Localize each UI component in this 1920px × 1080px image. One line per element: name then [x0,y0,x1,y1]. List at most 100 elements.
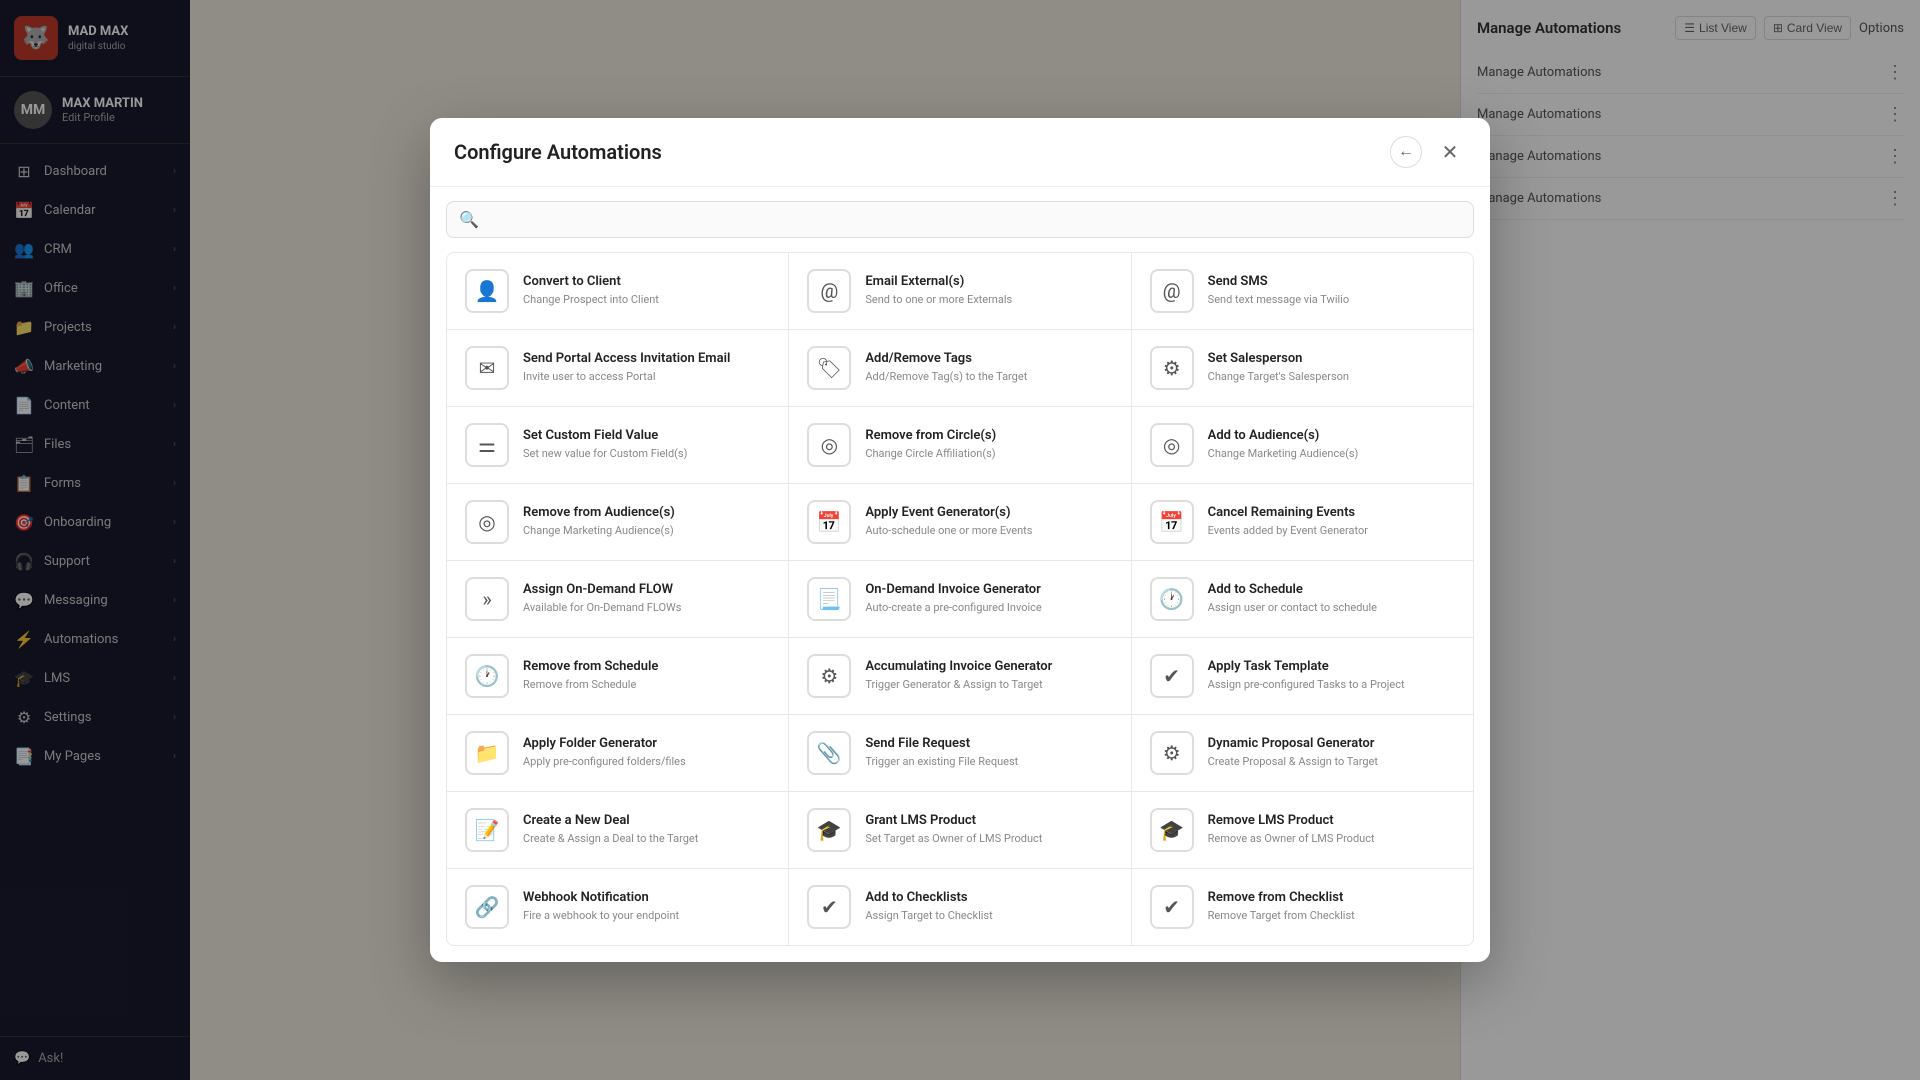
automation-card-apply-event-generator[interactable]: 📅 Apply Event Generator(s) Auto-schedule o… [789,484,1130,560]
send-portal-invite-icon: ✉ [465,346,509,390]
apply-task-template-icon: ✔ [1150,654,1194,698]
add-remove-tags-desc: Add/Remove Tag(s) to the Target [865,369,1112,384]
search-bar: 🔍 [446,201,1474,238]
automation-card-remove-lms-product[interactable]: 🎓 Remove LMS Product Remove as Owner of LM… [1132,792,1473,868]
automation-card-remove-from-schedule[interactable]: 🕐Remove from ScheduleRemove from Schedul… [447,638,788,714]
automation-card-apply-task-template[interactable]: ✔ Apply Task Template Assign pre-configure… [1132,638,1473,714]
dynamic-proposal-generator-desc: Create Proposal & Assign to Target [1208,754,1455,769]
apply-folder-generator-title: Apply Folder Generator [523,736,770,751]
automation-card-add-remove-tags[interactable]: 🏷Add/Remove TagsAdd/Remove Tag(s) to the… [789,330,1130,406]
automation-card-send-sms[interactable]: @Send SMSSend text message via Twilio [1132,253,1473,329]
set-custom-field-icon: ⚌ [465,423,509,467]
remove-from-schedule-title: Remove from Schedule [523,659,770,674]
automation-card-assign-on-demand-flow[interactable]: »Assign On-Demand FLOWAvailable for On-D… [447,561,788,637]
webhook-notification-icon: 🔗 [465,885,509,929]
back-icon: ← [1398,143,1414,161]
on-demand-invoice-generator-icon: 📃 [807,577,851,621]
on-demand-invoice-generator-desc: Auto-create a pre-configured Invoice [865,600,1112,615]
automation-card-create-new-deal[interactable]: 📝 Create a New Deal Create & Assign a Deal… [447,792,788,868]
add-to-audiences-desc: Change Marketing Audience(s) [1208,446,1455,461]
automation-card-accumulating-invoice-generator[interactable]: ⚙Accumulating Invoice GeneratorTrigger G… [789,638,1130,714]
modal-header: Configure Automations ← ✕ [430,118,1490,187]
automation-card-apply-folder-generator[interactable]: 📁 Apply Folder Generator Apply pre-configu… [447,715,788,791]
create-new-deal-desc: Create & Assign a Deal to the Target [523,831,770,846]
grant-lms-product-title: Grant LMS Product [865,813,1112,828]
automation-card-set-custom-field[interactable]: ⚌Set Custom Field ValueSet new value for… [447,407,788,483]
modal-back-button[interactable]: ← [1390,136,1422,168]
remove-from-circle-icon: ◎ [807,423,851,467]
remove-from-audiences-desc: Change Marketing Audience(s) [523,523,770,538]
automation-card-add-to-audiences[interactable]: ◎Add to Audience(s)Change Marketing Audi… [1132,407,1473,483]
cancel-remaining-events-desc: Events added by Event Generator [1208,523,1455,538]
automation-card-remove-from-audiences[interactable]: ◎ Remove from Audience(s) Change Marketing… [447,484,788,560]
search-icon: 🔍 [459,210,479,229]
apply-event-generator-icon: 📅 [807,500,851,544]
add-to-schedule-title: Add to Schedule [1208,582,1455,597]
send-portal-invite-desc: Invite user to access Portal [523,369,770,384]
dynamic-proposal-generator-icon: ⚙ [1150,731,1194,775]
apply-event-generator-title: Apply Event Generator(s) [865,505,1112,520]
automation-card-add-to-checklists[interactable]: ✔Add to ChecklistsAssign Target to Check… [789,869,1130,945]
webhook-notification-title: Webhook Notification [523,890,770,905]
configure-automations-modal: Configure Automations ← ✕ 🔍 👤 Convert to … [430,118,1490,962]
automation-card-on-demand-invoice-generator[interactable]: 📃On-Demand Invoice GeneratorAuto-create … [789,561,1130,637]
automation-card-send-file-request[interactable]: 📎Send File RequestTrigger an existing Fi… [789,715,1130,791]
send-sms-icon: @ [1150,269,1194,313]
accumulating-invoice-generator-title: Accumulating Invoice Generator [865,659,1112,674]
automation-card-send-portal-invite[interactable]: ✉ Send Portal Access Invitation Email Invi… [447,330,788,406]
modal-header-right: ← ✕ [1390,136,1466,168]
send-portal-invite-title: Send Portal Access Invitation Email [523,351,770,366]
grant-lms-product-icon: 🎓 [807,808,851,852]
assign-on-demand-flow-icon: » [465,577,509,621]
accumulating-invoice-generator-desc: Trigger Generator & Assign to Target [865,677,1112,692]
cancel-remaining-events-icon: 📅 [1150,500,1194,544]
modal-title: Configure Automations [454,140,662,164]
add-to-audiences-icon: ◎ [1150,423,1194,467]
automation-card-set-salesperson[interactable]: ⚙ Set Salesperson Change Target's Salesper… [1132,330,1473,406]
automation-card-convert-to-client[interactable]: 👤 Convert to Client Change Prospect into C… [447,253,788,329]
automation-card-grant-lms-product[interactable]: 🎓 Grant LMS Product Set Target as Owner of… [789,792,1130,868]
apply-task-template-desc: Assign pre-configured Tasks to a Project [1208,677,1455,692]
automation-card-webhook-notification[interactable]: 🔗Webhook NotificationFire a webhook to y… [447,869,788,945]
search-input[interactable] [487,212,1461,228]
send-sms-desc: Send text message via Twilio [1208,292,1455,307]
modal-overlay[interactable]: Configure Automations ← ✕ 🔍 👤 Convert to … [0,0,1920,1080]
remove-lms-product-icon: 🎓 [1150,808,1194,852]
modal-close-button[interactable]: ✕ [1434,136,1466,168]
automation-card-cancel-remaining-events[interactable]: 📅Cancel Remaining EventsEvents added by … [1132,484,1473,560]
apply-event-generator-desc: Auto-schedule one or more Events [865,523,1112,538]
convert-to-client-desc: Change Prospect into Client [523,292,770,307]
send-file-request-title: Send File Request [865,736,1112,751]
add-to-checklists-icon: ✔ [807,885,851,929]
automation-card-dynamic-proposal-generator[interactable]: ⚙Dynamic Proposal GeneratorCreate Propos… [1132,715,1473,791]
add-to-schedule-desc: Assign user or contact to schedule [1208,600,1455,615]
add-to-schedule-icon: 🕐 [1150,577,1194,621]
convert-to-client-title: Convert to Client [523,274,770,289]
automation-card-remove-from-circle[interactable]: ◎Remove from Circle(s)Change Circle Affi… [789,407,1130,483]
automation-card-email-externals[interactable]: @Email External(s)Send to one or more Ex… [789,253,1130,329]
remove-from-checklist-title: Remove from Checklist [1208,890,1455,905]
create-new-deal-title: Create a New Deal [523,813,770,828]
remove-from-audiences-icon: ◎ [465,500,509,544]
remove-from-schedule-icon: 🕐 [465,654,509,698]
remove-from-audiences-title: Remove from Audience(s) [523,505,770,520]
apply-task-template-title: Apply Task Template [1208,659,1455,674]
set-salesperson-title: Set Salesperson [1208,351,1455,366]
automation-card-remove-from-checklist[interactable]: ✔Remove from ChecklistRemove Target from… [1132,869,1473,945]
add-to-checklists-desc: Assign Target to Checklist [865,908,1112,923]
automation-grid: 👤 Convert to Client Change Prospect into C… [446,252,1474,946]
set-salesperson-desc: Change Target's Salesperson [1208,369,1455,384]
convert-to-client-icon: 👤 [465,269,509,313]
grant-lms-product-desc: Set Target as Owner of LMS Product [865,831,1112,846]
automation-card-add-to-schedule[interactable]: 🕐 Add to Schedule Assign user or contact t… [1132,561,1473,637]
apply-folder-generator-desc: Apply pre-configured folders/files [523,754,770,769]
remove-lms-product-desc: Remove as Owner of LMS Product [1208,831,1455,846]
create-new-deal-icon: 📝 [465,808,509,852]
set-custom-field-desc: Set new value for Custom Field(s) [523,446,770,461]
set-salesperson-icon: ⚙ [1150,346,1194,390]
remove-lms-product-title: Remove LMS Product [1208,813,1455,828]
close-icon: ✕ [1442,140,1459,165]
apply-folder-generator-icon: 📁 [465,731,509,775]
email-externals-icon: @ [807,269,851,313]
assign-on-demand-flow-title: Assign On-Demand FLOW [523,582,770,597]
